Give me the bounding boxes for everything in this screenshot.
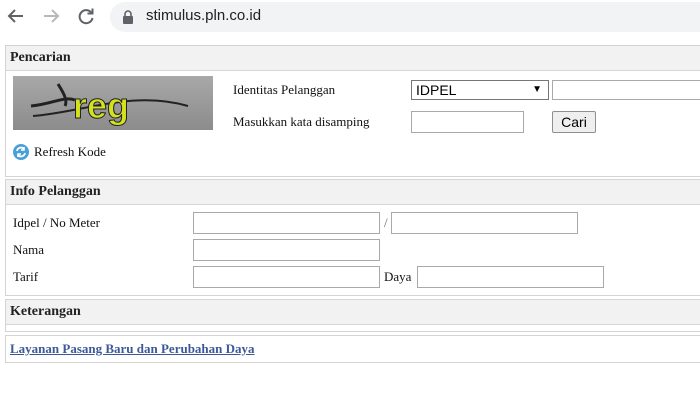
info-title: Info Pelanggan [6,180,700,205]
idpel-selected: IDPEL [416,82,457,98]
nama-field[interactable] [193,239,380,261]
browser-toolbar: stimulus.pln.co.id [0,0,700,34]
daya-label: Daya [384,269,412,284]
forward-icon [44,9,60,23]
idpel-label: Idpel / No Meter [13,215,101,230]
info-pelanggan-panel: Info Pelanggan Idpel / No Meter / Nama T… [5,179,700,296]
no-meter-field[interactable] [391,212,578,234]
captcha-image: reg [13,76,213,130]
info-body: Idpel / No Meter / Nama Tarif Daya [6,205,700,295]
refresh-label: Refresh Kode [34,144,106,159]
idpel-select[interactable]: IDPEL ▼ [411,80,549,100]
refresh-icon [13,144,29,160]
identitas-label: Identitas Pelanggan [233,82,336,97]
captcha-text: reg [73,85,129,126]
url-text: stimulus.pln.co.id [146,7,262,24]
tarif-label: Tarif [13,269,39,284]
masukkan-label: Masukkan kata disamping [233,114,370,129]
cari-button[interactable]: Cari [552,111,596,133]
tarif-field[interactable] [193,266,380,288]
back-button[interactable] [4,5,28,27]
layanan-panel: Layanan Pasang Baru dan Perubahan Daya [5,335,700,363]
pencarian-panel: Pencarian reg Identitas Pelanggan IDPEL … [5,45,700,177]
lock-icon [123,10,133,24]
pencarian-body: reg Identitas Pelanggan IDPEL ▼ Masukkan… [6,71,700,176]
back-icon [7,9,23,23]
keterangan-panel: Keterangan [5,299,700,332]
idpel-field[interactable] [193,212,380,234]
reload-button[interactable] [74,5,98,27]
reload-icon [78,8,94,25]
nama-label: Nama [13,242,45,257]
idpel-separator: / [384,215,388,230]
refresh-kode-link[interactable]: Refresh Kode [12,143,106,161]
forward-button[interactable] [39,5,63,27]
daya-field[interactable] [417,266,604,288]
chevron-down-icon: ▼ [532,84,542,95]
layanan-link[interactable]: Layanan Pasang Baru dan Perubahan Daya [10,341,255,357]
captcha-input[interactable] [411,111,524,133]
address-bar[interactable]: stimulus.pln.co.id [110,2,700,32]
captcha-graphic: reg [30,83,189,127]
identitas-input[interactable] [552,80,700,100]
pencarian-title: Pencarian [6,46,700,71]
keterangan-title: Keterangan [6,300,700,325]
